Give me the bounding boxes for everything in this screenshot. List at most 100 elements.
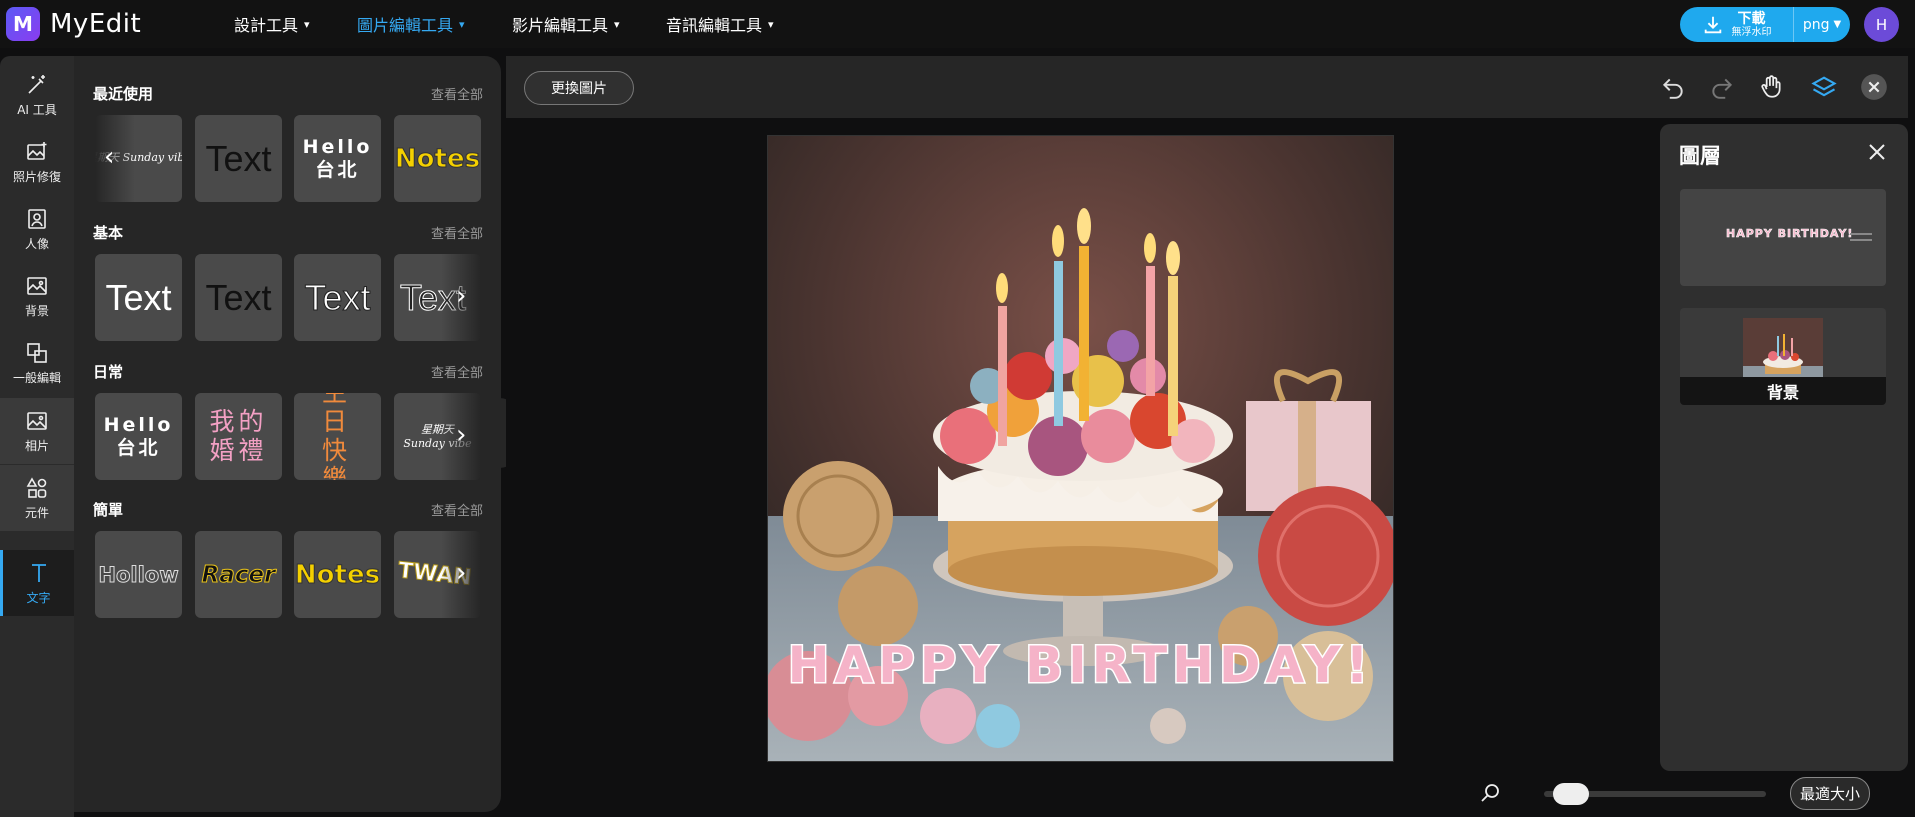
redo-button[interactable] <box>1707 72 1737 102</box>
hand-tool-button[interactable] <box>1756 72 1786 102</box>
fade-overlay <box>95 115 135 202</box>
sidebar-label: 一般編輯 <box>12 370 61 385</box>
view-all-link[interactable]: 查看全部 <box>431 223 483 242</box>
app-name: MyEdit <box>50 9 142 39</box>
sidebar-item-text[interactable]: 文字 <box>0 550 74 616</box>
view-all-link[interactable]: 查看全部 <box>431 84 483 103</box>
drag-handle-icon[interactable] <box>1850 233 1872 241</box>
left-sidebar: AI 工具 照片修復 人像 背景 一般編輯 + 相片 元件 文字 <box>0 56 74 817</box>
format-dropdown[interactable]: png ▼ <box>1794 17 1850 33</box>
close-icon[interactable] <box>1865 140 1889 164</box>
fit-size-button[interactable]: 最適大小 <box>1790 777 1870 810</box>
background-icon <box>27 276 47 295</box>
sidebar-label: AI 工具 <box>17 102 57 117</box>
chevron-down-icon: ▾ <box>768 17 774 31</box>
sidebar-item-background[interactable]: 背景 <box>0 263 74 329</box>
chevron-right-icon[interactable]: › <box>456 281 466 311</box>
view-all-link[interactable]: 查看全部 <box>431 500 483 519</box>
chevron-right-icon[interactable]: › <box>456 420 466 450</box>
text-style-tile[interactable]: 生日快樂 <box>294 393 381 480</box>
text-style-tile[interactable]: Notes <box>394 115 481 202</box>
chevron-right-icon[interactable]: › <box>456 558 466 588</box>
sidebar-item-photo[interactable]: 相片 <box>0 398 74 464</box>
tile-text: Racer <box>201 561 276 588</box>
sidebar-label: 元件 <box>24 505 49 520</box>
canvas-text-layer[interactable]: HAPPY BIRTHDAY! <box>768 635 1393 696</box>
logo[interactable]: M MyEdit <box>6 6 141 42</box>
tile-text: Text <box>304 276 371 318</box>
photo-icon <box>27 411 47 430</box>
text-style-tile[interactable]: Notes <box>294 531 381 618</box>
chevron-left-icon[interactable]: ‹ <box>104 142 114 172</box>
sidebar-item-portrait[interactable]: 人像 <box>0 196 74 262</box>
tile-text: Hello 台北 <box>302 135 373 181</box>
section-title-basic: 基本 <box>93 224 124 242</box>
chevron-down-icon: ▾ <box>304 17 310 31</box>
workspace-toolbar <box>506 56 1908 118</box>
zoom-search-icon[interactable] <box>1478 781 1502 805</box>
sidebar-item-photo-repair[interactable]: 照片修復 <box>0 129 74 195</box>
text-style-tile[interactable]: Text <box>95 254 182 341</box>
tile-text: Hello 台北 <box>103 413 174 459</box>
magic-wand-icon <box>28 74 45 94</box>
text-style-tile[interactable]: Hello 台北 <box>294 115 381 202</box>
caret-down-icon: ▼ <box>1833 19 1842 30</box>
text-style-tile[interactable]: Racer <box>195 531 282 618</box>
top-bar: M MyEdit 設計工具 ▾ 圖片編輯工具 ▾ 影片編輯工具 ▾ 音訊編輯工具 ▾ 下… <box>0 0 1915 48</box>
layer-label: 背景 <box>1680 377 1886 405</box>
text-icon <box>31 563 46 582</box>
nav-label: 設計工具 <box>234 16 299 35</box>
view-all-link[interactable]: 查看全部 <box>431 362 483 381</box>
layer-item-background[interactable]: 背景 <box>1680 308 1886 405</box>
tile-text: 生日快樂 <box>321 393 353 480</box>
undo-button[interactable] <box>1658 72 1688 102</box>
layers-panel: 圖層 HAPPY BIRTHDAY! 背景 <box>1660 124 1908 771</box>
format-value: png <box>1802 16 1830 33</box>
download-button[interactable]: 下載 無浮水印 <box>1680 7 1794 42</box>
tile-text: Text <box>105 276 172 318</box>
layer-preview-text: HAPPY BIRTHDAY! <box>1726 227 1854 241</box>
sidebar-label: 文字 <box>26 590 51 605</box>
portrait-icon <box>28 208 46 229</box>
close-circle-icon <box>1861 74 1887 100</box>
layers-icon <box>1811 76 1837 97</box>
chevron-down-icon: ▾ <box>459 17 465 31</box>
close-editor-button[interactable] <box>1859 72 1889 102</box>
nav-label: 圖片編輯工具 <box>357 16 454 35</box>
sidebar-item-general-edit[interactable]: 一般編輯 <box>0 330 74 396</box>
tile-text: Notes <box>394 143 481 174</box>
sidebar-label: 相片 <box>24 438 49 453</box>
text-style-tile[interactable]: Hello 台北 <box>95 393 182 480</box>
layers-toggle-button[interactable] <box>1809 72 1839 102</box>
section-title-daily: 日常 <box>93 363 124 381</box>
download-button-group: 下載 無浮水印 png ▼ <box>1680 7 1850 42</box>
tile-text: 我的婚禮 <box>209 406 268 465</box>
text-style-tile[interactable]: Text <box>195 254 282 341</box>
zoom-slider-handle[interactable] <box>1553 783 1590 805</box>
download-sublabel: 無浮水印 <box>1731 26 1772 38</box>
section-title-recent: 最近使用 <box>93 85 154 103</box>
text-style-tile[interactable]: Text <box>195 115 282 202</box>
nav-audio-tools[interactable]: 音訊編輯工具 ▾ <box>666 0 774 48</box>
undo-icon <box>1662 78 1683 99</box>
change-image-button[interactable]: 更換圖片 <box>524 71 634 105</box>
nav-video-tools[interactable]: 影片編輯工具 ▾ <box>512 0 620 48</box>
nav-label: 影片編輯工具 <box>512 16 609 35</box>
nav-label: 音訊編輯工具 <box>666 16 763 35</box>
sidebar-item-elements[interactable]: 元件 <box>0 465 74 531</box>
sidebar-item-ai-tools[interactable]: AI 工具 <box>0 62 74 128</box>
tile-text: Notes <box>294 559 381 590</box>
tile-text: Hollow <box>98 562 179 587</box>
text-style-tile[interactable]: 我的婚禮 <box>195 393 282 480</box>
myedit-logo-icon: M <box>6 7 40 41</box>
text-style-tile[interactable]: Text <box>294 254 381 341</box>
sidebar-label: 人像 <box>24 236 49 251</box>
layer-item-text[interactable]: HAPPY BIRTHDAY! <box>1680 189 1886 286</box>
nav-image-tools[interactable]: 圖片編輯工具 ▾ <box>357 0 465 48</box>
layers-title: 圖層 <box>1679 144 1721 168</box>
user-avatar[interactable]: H <box>1864 7 1899 42</box>
sidebar-label: 照片修復 <box>12 169 61 184</box>
canvas-image[interactable]: HAPPY BIRTHDAY! <box>767 135 1394 762</box>
text-style-tile[interactable]: Hollow <box>95 531 182 618</box>
nav-design-tools[interactable]: 設計工具 ▾ <box>234 0 310 48</box>
